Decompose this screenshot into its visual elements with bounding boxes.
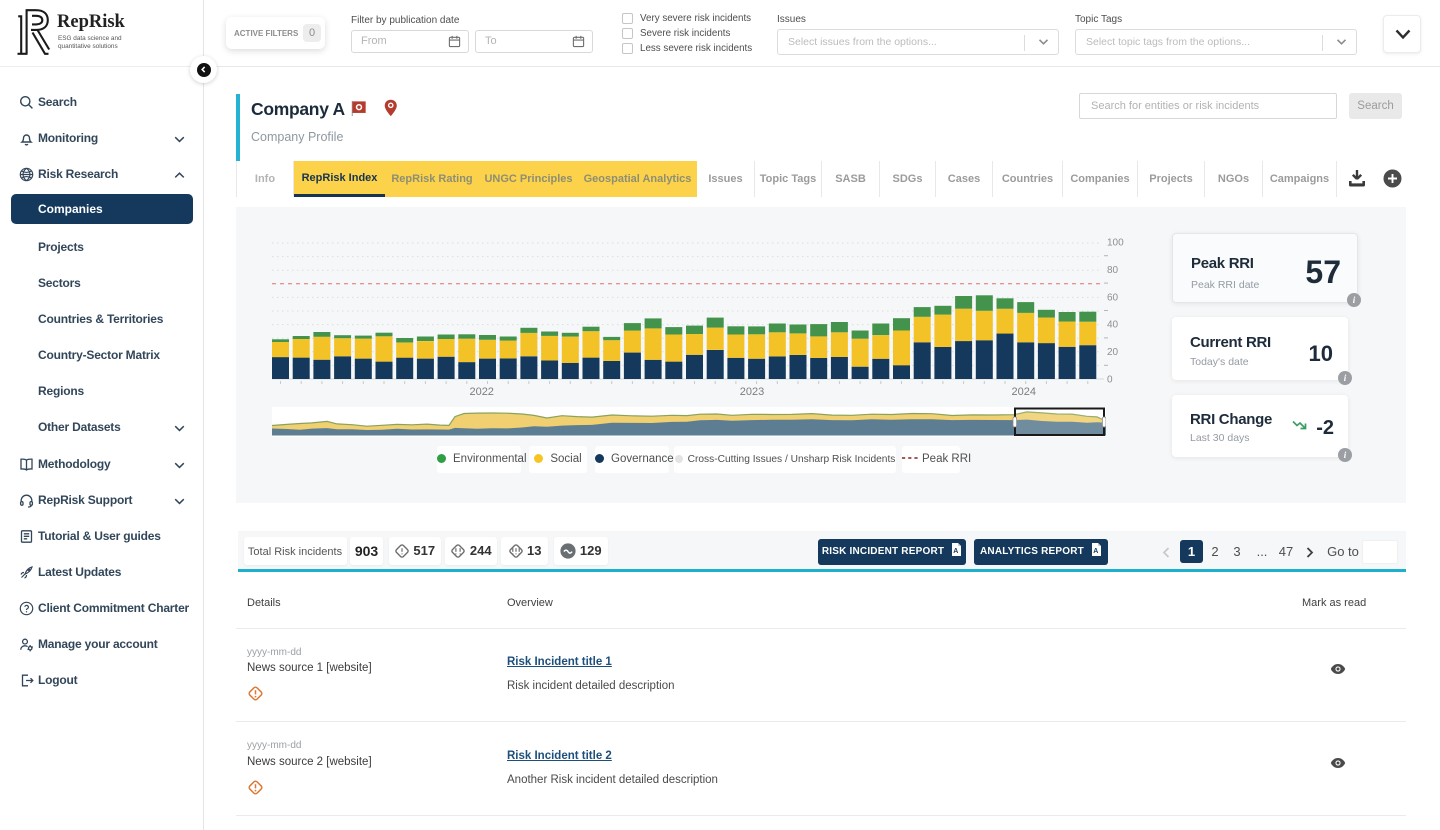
svg-text:40: 40 [1107, 320, 1119, 331]
svg-text:20: 20 [1107, 347, 1119, 358]
svg-text:A: A [1093, 548, 1098, 555]
svg-text:0: 0 [1107, 375, 1113, 386]
svg-text:2023: 2023 [740, 386, 764, 398]
svg-text:2024: 2024 [1012, 386, 1036, 398]
svg-text:80: 80 [1107, 265, 1119, 276]
svg-text:A: A [953, 548, 958, 555]
svg-text:2022: 2022 [469, 386, 493, 398]
svg-text:100: 100 [1107, 238, 1124, 249]
svg-text:60: 60 [1107, 292, 1119, 303]
